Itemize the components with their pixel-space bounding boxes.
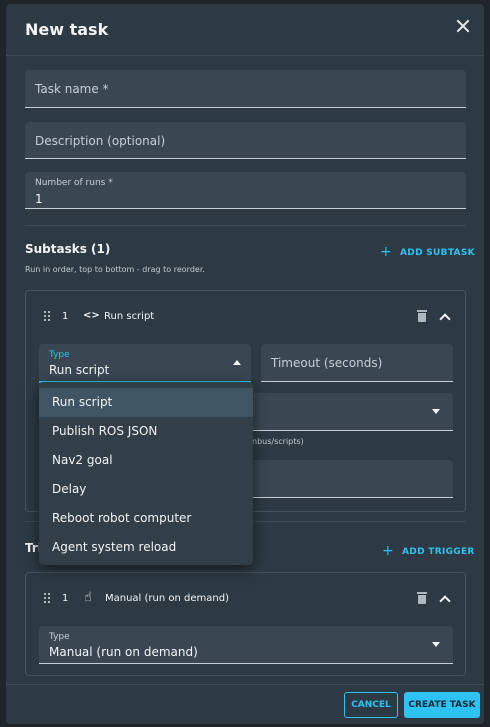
plus-icon: + [380,244,393,260]
dialog-header: New task [6,4,484,56]
subtask-type-value: Run script [49,363,110,377]
menu-item-run-script[interactable]: Run script [39,388,253,417]
menu-item-publish-ros-json[interactable]: Publish ROS JSON [39,417,253,446]
menu-item-agent-system-reload[interactable]: Agent system reload [39,533,253,562]
description-placeholder: Description (optional) [35,134,166,148]
subtask-type-menu: Run script Publish ROS JSON Nav2 goal De… [39,382,253,565]
subtask-type-label: Type [49,350,70,360]
menu-item-nav2-goal[interactable]: Nav2 goal [39,446,253,475]
plus-icon: + [382,543,395,559]
code-icon: <> [83,310,100,321]
timeout-placeholder: Timeout (seconds) [271,356,383,370]
cancel-button[interactable]: CANCEL [344,692,398,718]
add-subtask-button[interactable]: + ADD SUBTASK [380,243,475,260]
trigger-name: Manual (run on demand) [105,593,229,604]
add-trigger-button[interactable]: + ADD TRIGGER [382,542,475,559]
subtasks-hint: Run in order, top to bottom - drag to re… [25,265,205,274]
trigger-card: 1 ☝ Manual (run on demand) Type Manual (… [25,572,466,676]
divider [25,225,466,226]
drag-handle-icon[interactable] [44,311,52,322]
description-field[interactable]: Description (optional) [25,122,466,159]
dialog-title: New task [25,20,109,39]
subtask-name: Run script [104,311,155,322]
add-subtask-label: ADD SUBTASK [400,248,475,258]
add-trigger-label: ADD TRIGGER [402,547,475,557]
trigger-type-value: Manual (run on demand) [49,645,198,659]
trigger-type-select[interactable]: Type Manual (run on demand) [39,626,453,664]
subtask-type-select[interactable]: Type Run script [39,344,251,383]
number-of-runs-label: Number of runs * [35,178,113,188]
menu-item-reboot-robot-computer[interactable]: Reboot robot computer [39,504,253,533]
dialog-footer: CANCEL CREATE TASK [6,684,484,724]
subtask-index: 1 [62,311,69,322]
task-name-field[interactable]: Task name * [25,70,466,108]
delete-trigger-icon[interactable] [417,592,427,604]
collapse-trigger-icon[interactable] [439,595,451,607]
hand-pointer-icon: ☝ [84,590,92,605]
new-task-dialog: New task Task name * Description (option… [6,4,484,724]
subtasks-title: Subtasks (1) [25,242,111,256]
script-path-hint: nbus/scripts) [252,437,304,446]
create-task-button[interactable]: CREATE TASK [404,692,480,718]
close-icon[interactable] [454,18,472,36]
task-name-placeholder: Task name * [35,82,109,96]
trigger-index: 1 [62,593,69,604]
caret-up-icon [233,360,241,365]
caret-down-icon [432,409,440,414]
caret-down-icon [432,642,440,647]
number-of-runs-value: 1 [35,192,43,206]
timeout-field[interactable]: Timeout (seconds) [261,344,453,382]
number-of-runs-field[interactable]: Number of runs * 1 [25,172,466,209]
collapse-subtask-icon[interactable] [439,313,451,325]
delete-subtask-icon[interactable] [417,310,427,322]
drag-handle-icon[interactable] [44,593,52,604]
trigger-type-label: Type [49,632,70,642]
menu-item-delay[interactable]: Delay [39,475,253,504]
